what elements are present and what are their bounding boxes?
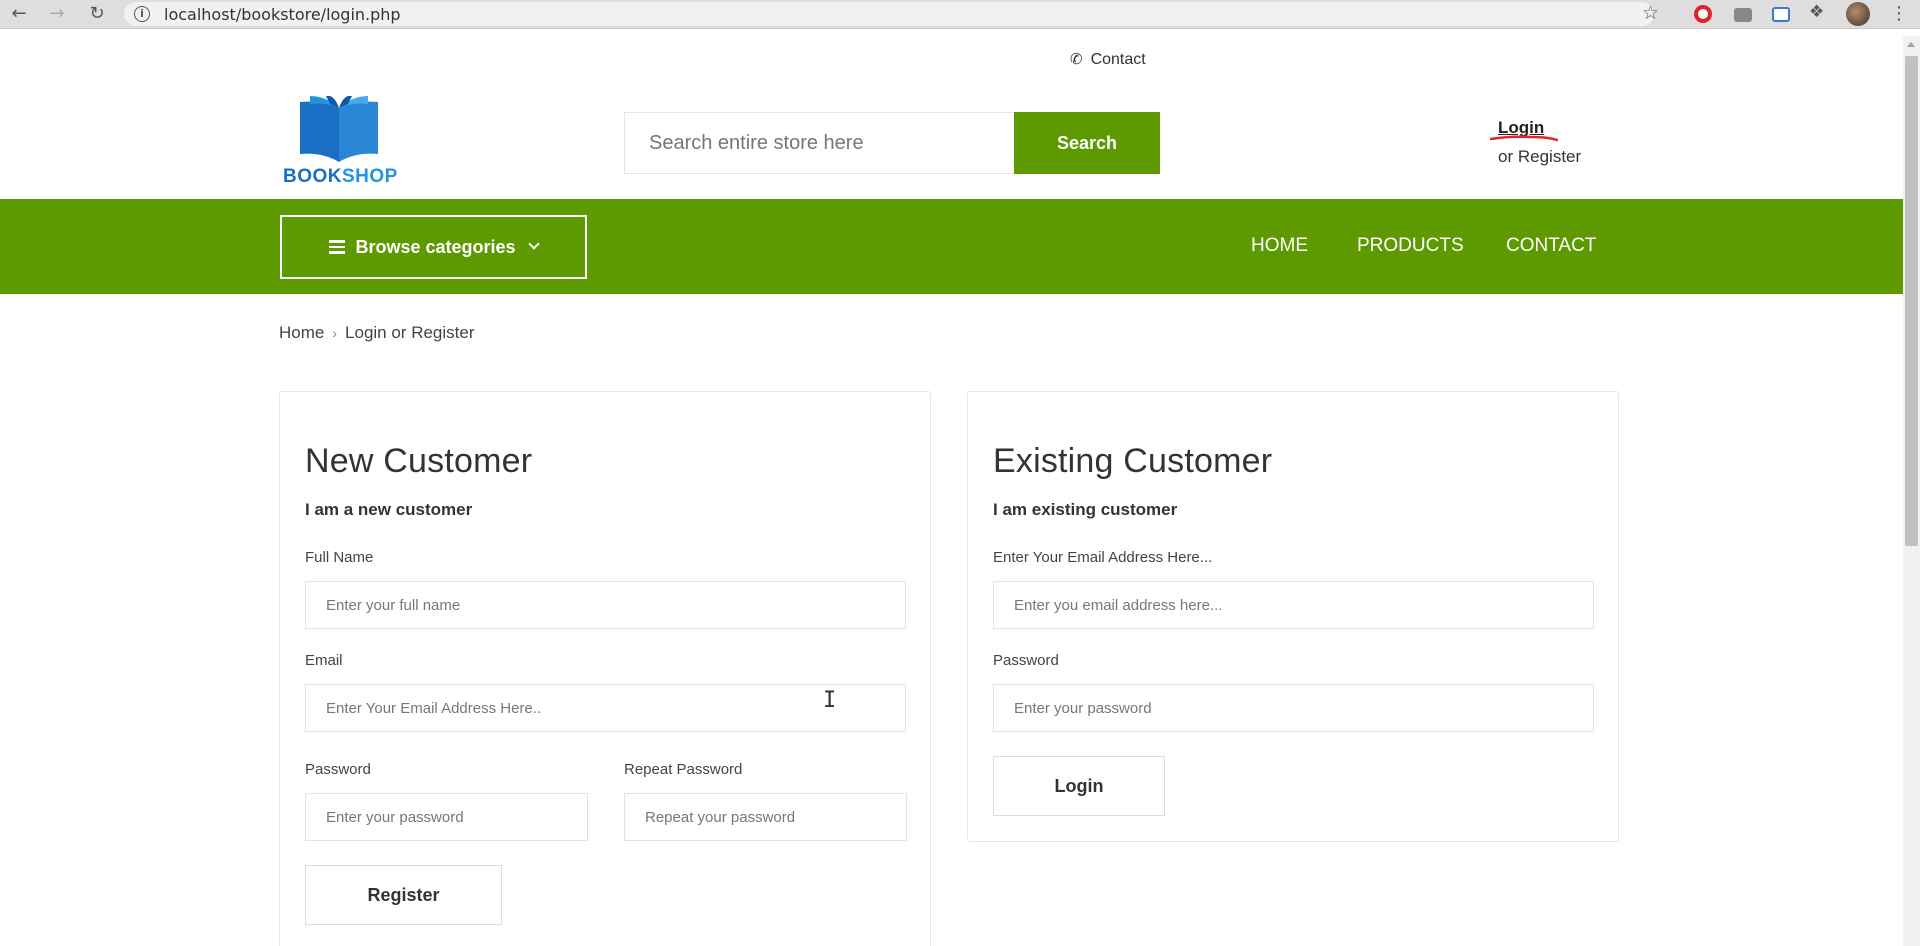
email-field[interactable] xyxy=(305,684,906,732)
logo-wordmark: BOOKSHOP xyxy=(283,166,398,188)
scroll-up-arrow-icon[interactable] xyxy=(1907,42,1915,47)
reload-icon[interactable]: ↻ xyxy=(86,3,108,25)
register-button[interactable]: Register xyxy=(305,865,502,925)
browser-menu-icon[interactable]: ⋮ xyxy=(1890,3,1908,24)
login-email-label: Enter Your Email Address Here... xyxy=(993,549,1213,566)
login-email-field[interactable] xyxy=(993,581,1594,629)
register-line: or Register xyxy=(1498,147,1581,167)
existing-customer-title: Existing Customer xyxy=(993,442,1273,480)
new-customer-title: New Customer xyxy=(305,442,533,480)
or-text: or xyxy=(1498,147,1514,166)
scrollbar-thumb[interactable] xyxy=(1905,56,1918,546)
contact-label: Contact xyxy=(1090,51,1146,68)
new-customer-panel: New Customer I am a new customer Full Na… xyxy=(279,391,931,946)
open-book-icon xyxy=(300,96,378,162)
full-name-label: Full Name xyxy=(305,549,374,566)
full-name-field[interactable] xyxy=(305,581,906,629)
red-underline-annotation xyxy=(1490,135,1558,142)
nav-contact[interactable]: CONTACT xyxy=(1506,235,1596,257)
chevron-down-icon xyxy=(527,238,540,250)
extensions-puzzle-icon[interactable]: ❖ xyxy=(1809,2,1824,22)
top-contact-link[interactable]: ✆ Contact xyxy=(1070,50,1146,69)
info-icon[interactable]: i xyxy=(134,6,150,22)
login-button[interactable]: Login xyxy=(993,756,1165,816)
browser-toolbar: ← → ↻ i localhost/bookstore/login.php ☆ … xyxy=(0,0,1920,29)
password-field[interactable] xyxy=(305,793,588,841)
repeat-password-field[interactable] xyxy=(624,793,907,841)
profile-avatar[interactable] xyxy=(1846,2,1870,26)
breadcrumb-home[interactable]: Home xyxy=(279,323,324,342)
search-button[interactable]: Search xyxy=(1014,112,1160,174)
login-password-label: Password xyxy=(993,652,1059,669)
breadcrumb-chevron-icon: › xyxy=(332,325,338,341)
password-label: Password xyxy=(305,761,371,778)
url-text[interactable]: localhost/bookstore/login.php xyxy=(164,5,401,24)
camera-extension-icon[interactable] xyxy=(1734,8,1752,22)
register-link[interactable]: Register xyxy=(1518,147,1581,166)
text-cursor-icon: I xyxy=(823,688,837,713)
existing-customer-subtitle: I am existing customer xyxy=(993,500,1178,519)
repeat-password-label: Repeat Password xyxy=(624,761,743,778)
logo-text-book: BOOK xyxy=(283,166,342,187)
phone-icon: ✆ xyxy=(1070,50,1083,68)
browse-categories-button[interactable]: Browse categories xyxy=(280,215,587,279)
browse-categories-label: Browse categories xyxy=(355,236,516,257)
bookmark-star-icon[interactable]: ☆ xyxy=(1642,2,1659,24)
nav-home[interactable]: HOME xyxy=(1251,235,1308,257)
new-customer-subtitle: I am a new customer xyxy=(305,500,473,519)
main-navbar: Browse categories HOME PRODUCTS CONTACT xyxy=(0,199,1903,294)
breadcrumb-current: Login or Register xyxy=(345,323,475,342)
page-scrollbar[interactable] xyxy=(1903,36,1920,946)
screen-record-extension-icon[interactable] xyxy=(1772,7,1790,22)
breadcrumb: Home › Login or Register xyxy=(279,323,475,343)
nav-products[interactable]: PRODUCTS xyxy=(1357,235,1464,257)
logo-text-shop: SHOP xyxy=(342,166,398,187)
login-password-field[interactable] xyxy=(993,684,1594,732)
search-input[interactable] xyxy=(624,112,1014,174)
bookshop-logo[interactable]: BOOKSHOP xyxy=(282,96,398,188)
existing-customer-panel: Existing Customer I am existing customer… xyxy=(967,391,1619,842)
arrow-right-icon[interactable]: → xyxy=(46,3,68,25)
opera-extension-icon[interactable] xyxy=(1694,5,1712,23)
address-bar[interactable]: i localhost/bookstore/login.php xyxy=(124,2,1654,26)
arrow-left-icon[interactable]: ← xyxy=(8,3,30,25)
hamburger-icon xyxy=(329,240,346,254)
email-label: Email xyxy=(305,652,343,669)
